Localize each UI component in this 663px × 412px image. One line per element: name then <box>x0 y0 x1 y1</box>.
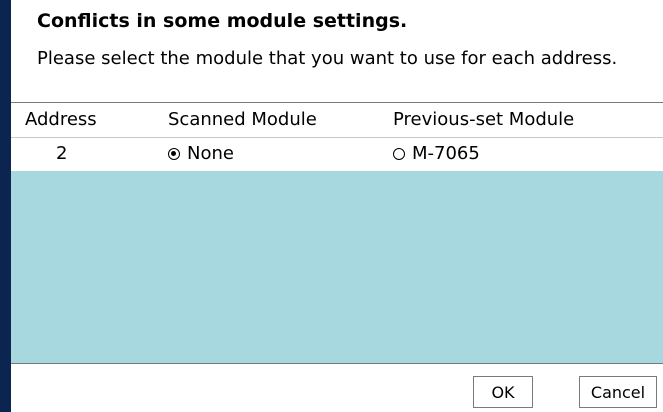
scanned-module-option[interactable]: None <box>168 143 234 164</box>
list-header: Address Scanned Module Previous-set Modu… <box>11 103 663 138</box>
dialog-instructions: Please select the module that you want t… <box>37 48 618 69</box>
cancel-button[interactable]: Cancel <box>579 376 657 408</box>
previous-module-label: M-7065 <box>412 143 480 164</box>
column-header-previous-module[interactable]: Previous-set Module <box>393 109 574 130</box>
module-conflict-dialog: Conflicts in some module settings. Pleas… <box>0 0 663 412</box>
column-header-scanned-module[interactable]: Scanned Module <box>168 109 317 130</box>
dialog-heading: Conflicts in some module settings. <box>37 10 408 32</box>
column-header-address[interactable]: Address <box>25 109 97 130</box>
button-bar: OK Cancel <box>11 364 663 412</box>
window-edge <box>0 0 11 412</box>
previous-module-option[interactable]: M-7065 <box>393 143 480 164</box>
table-row[interactable]: 2 None M-7065 <box>11 138 663 171</box>
radio-selected-icon[interactable] <box>168 147 180 160</box>
module-conflict-list[interactable]: Address Scanned Module Previous-set Modu… <box>11 102 663 364</box>
scanned-module-label: None <box>187 143 234 164</box>
ok-button[interactable]: OK <box>473 376 533 408</box>
address-cell: 2 <box>56 143 68 164</box>
radio-unselected-icon[interactable] <box>393 147 405 160</box>
